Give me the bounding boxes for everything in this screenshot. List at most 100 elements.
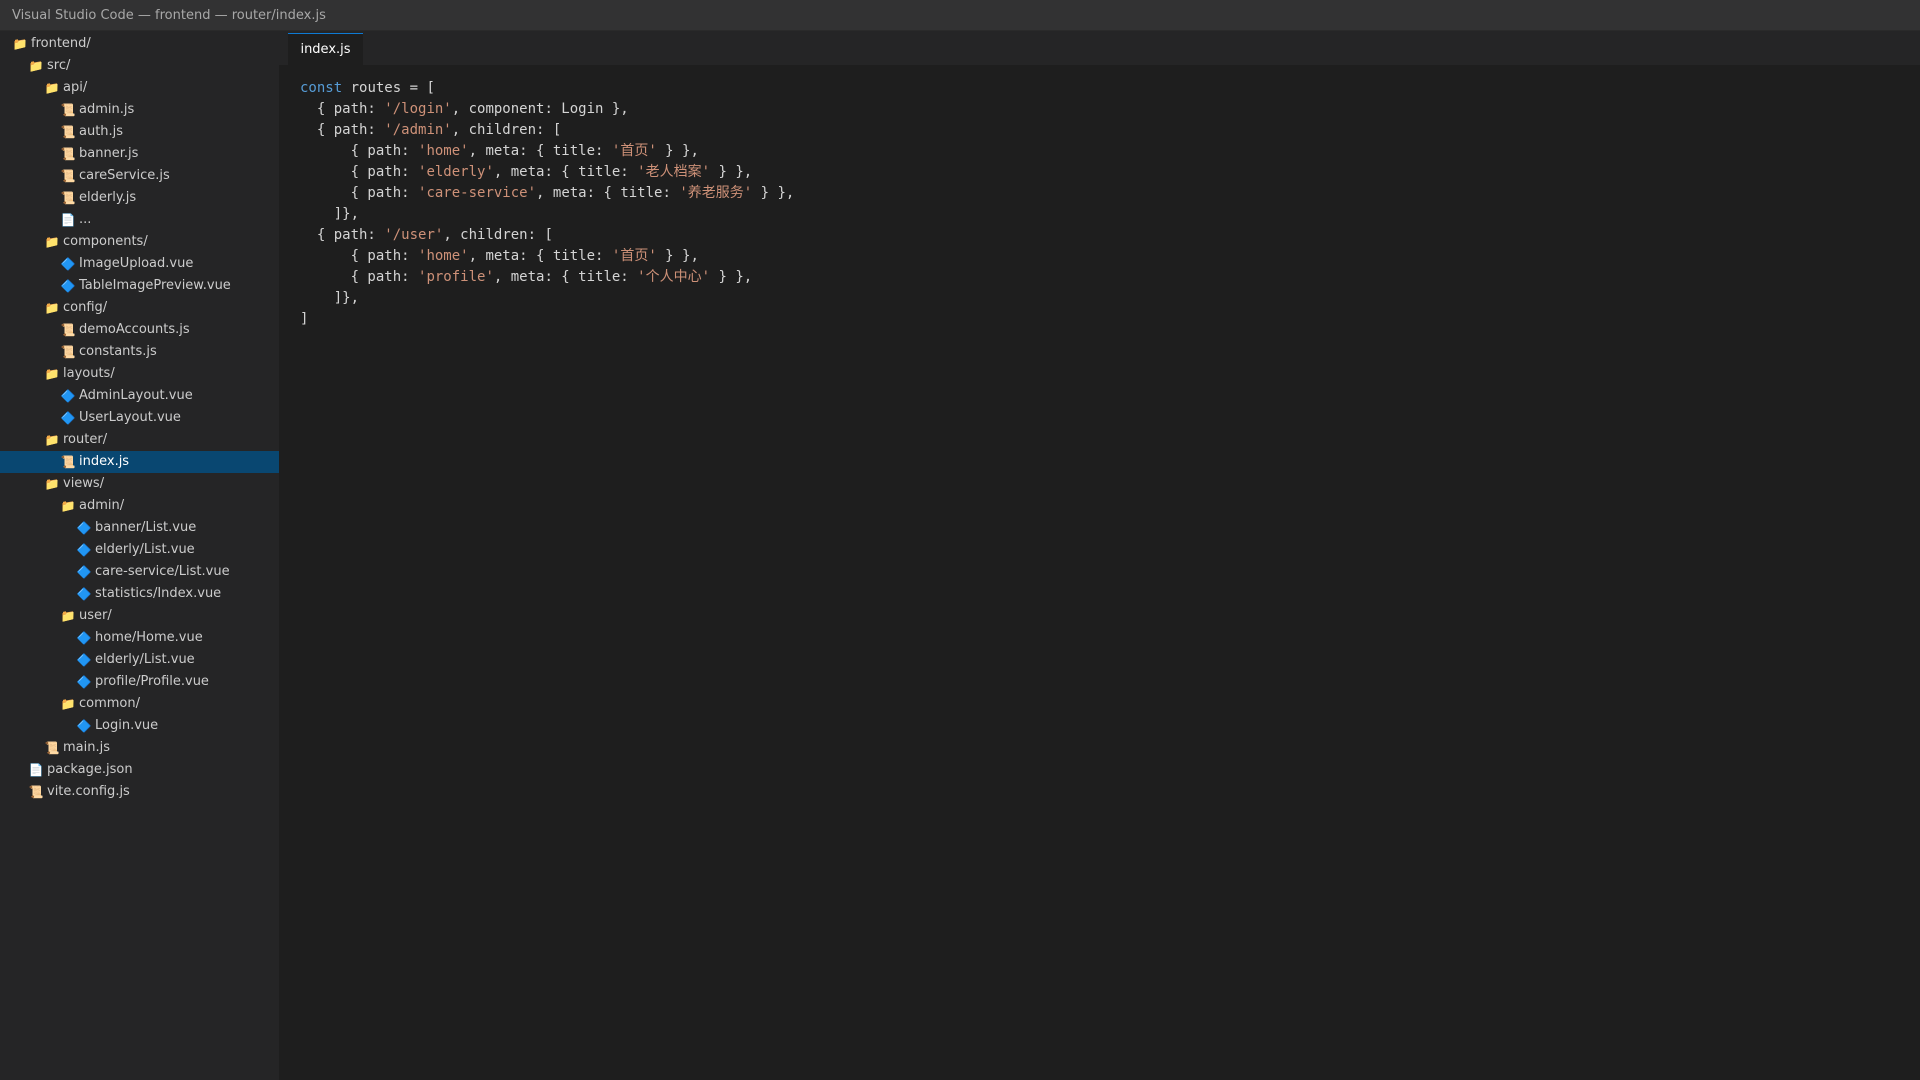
explorer-item-label: care-service/List.vue (95, 564, 230, 579)
code-line: { path: 'profile', meta: { title: '个人中心'… (300, 267, 794, 288)
explorer-item-label: demoAccounts.js (79, 322, 190, 337)
explorer-file[interactable]: 🔷 care-service/List.vue (0, 561, 279, 583)
explorer-file[interactable]: 🔷 elderly/List.vue (0, 539, 279, 561)
explorer-item-label: constants.js (79, 344, 157, 359)
explorer-file[interactable]: 🔷 Login.vue (0, 715, 279, 737)
explorer-folder[interactable]: 📁 config/ (0, 297, 279, 319)
code-text: , meta: { title: (493, 164, 638, 180)
explorer-file[interactable]: 📜 demoAccounts.js (0, 319, 279, 341)
explorer-file[interactable]: 📜 admin.js (0, 99, 279, 121)
vue-file-icon: 🔷 (76, 631, 92, 645)
explorer-item-label: UserLayout.vue (79, 410, 181, 425)
explorer-folder[interactable]: 📁 admin/ (0, 495, 279, 517)
explorer-item-label: package.json (47, 762, 133, 777)
code-text: { path: (300, 101, 385, 117)
explorer-file[interactable]: 📄 package.json (0, 759, 279, 781)
explorer-folder[interactable]: 📁 views/ (0, 473, 279, 495)
code-text: } }, (656, 143, 699, 159)
code-text: { path: (300, 164, 419, 180)
explorer-file[interactable]: 📜 careService.js (0, 165, 279, 187)
file-explorer: 📁 frontend/📁 src/📁 api/📜 admin.js 📜 auth.js 📜 ba… (0, 31, 279, 1080)
explorer-file[interactable]: 🔷 banner/List.vue (0, 517, 279, 539)
explorer-file[interactable]: 📄... (0, 209, 279, 231)
code-text: , meta: { title: (493, 269, 638, 285)
explorer-item-label: careService.js (79, 168, 170, 183)
explorer-file[interactable]: 🔷 TableImagePreview.vue (0, 275, 279, 297)
explorer-item-label: user/ (79, 608, 112, 623)
explorer-file[interactable]: 🔷 statistics/Index.vue (0, 583, 279, 605)
vue-file-icon: 🔷 (60, 389, 76, 403)
explorer-file[interactable]: 🔷 elderly/List.vue (0, 649, 279, 671)
explorer-folder[interactable]: 📁 layouts/ (0, 363, 279, 385)
js-file-icon: 📜 (60, 191, 76, 205)
explorer-item-label: AdminLayout.vue (79, 388, 193, 403)
explorer-item-label: elderly/List.vue (95, 652, 195, 667)
code-string: 'home' (418, 248, 469, 264)
explorer-file[interactable]: 📜 elderly.js (0, 187, 279, 209)
explorer-file[interactable]: 📜 vite.config.js (0, 781, 279, 803)
code-text: , meta: { title: (536, 185, 680, 201)
code-text: routes = [ (342, 80, 435, 96)
tab-bar: index.js (279, 31, 1920, 65)
explorer-item-label: banner.js (79, 146, 139, 161)
folder-icon: 📁 (44, 301, 60, 315)
explorer-file[interactable]: 📜 banner.js (0, 143, 279, 165)
explorer-item-label: home/Home.vue (95, 630, 203, 645)
file-icon: 📄 (60, 213, 76, 227)
explorer-folder[interactable]: 📁 router/ (0, 429, 279, 451)
js-file-icon: 📜 (60, 169, 76, 183)
code-text: { path: (300, 269, 419, 285)
code-text: , meta: { title: (468, 143, 612, 159)
code-line: { path: '/admin', children: [ (300, 120, 794, 141)
code-text: { path: (300, 248, 419, 264)
code-text: ] (300, 311, 309, 327)
code-string: '养老服务' (679, 185, 753, 201)
explorer-file[interactable]: 🔷 AdminLayout.vue (0, 385, 279, 407)
vue-file-icon: 🔷 (76, 719, 92, 733)
vue-file-icon: 🔷 (76, 521, 92, 535)
explorer-item-label: main.js (63, 740, 110, 755)
explorer-folder[interactable]: 📁 common/ (0, 693, 279, 715)
explorer-file[interactable]: 📜 auth.js (0, 121, 279, 143)
explorer-item-label: config/ (63, 300, 108, 315)
explorer-folder[interactable]: 📁 user/ (0, 605, 279, 627)
code-string: 'profile' (418, 269, 494, 285)
folder-icon: 📁 (60, 697, 76, 711)
explorer-folder[interactable]: 📁 frontend/ (0, 33, 279, 55)
explorer-file[interactable]: 📜 main.js (0, 737, 279, 759)
explorer-item-label: api/ (63, 80, 88, 95)
folder-icon: 📁 (12, 37, 28, 51)
code-string: '首页' (611, 143, 657, 159)
vue-file-icon: 🔷 (76, 587, 92, 601)
code-line: ]}, (300, 288, 794, 309)
explorer-item-label: src/ (47, 58, 71, 73)
explorer-folder[interactable]: 📁 api/ (0, 77, 279, 99)
explorer-folder[interactable]: 📁 src/ (0, 55, 279, 77)
explorer-file[interactable]: 🔷 home/Home.vue (0, 627, 279, 649)
explorer-folder[interactable]: 📁 components/ (0, 231, 279, 253)
explorer-file[interactable]: 🔷 ImageUpload.vue (0, 253, 279, 275)
explorer-item-label: banner/List.vue (95, 520, 197, 535)
explorer-file[interactable]: 📜 index.js (0, 451, 279, 473)
window-title: Visual Studio Code — frontend — router/i… (0, 0, 1920, 31)
explorer-item-label: statistics/Index.vue (95, 586, 222, 601)
code-string: '/user' (384, 227, 444, 243)
code-text: ]}, (300, 206, 360, 222)
vue-file-icon: 🔷 (60, 279, 76, 293)
code-text: , meta: { title: (468, 248, 612, 264)
explorer-item-label: vite.config.js (47, 784, 130, 799)
explorer-item-label: Login.vue (95, 718, 159, 733)
code-string: '个人中心' (637, 269, 711, 285)
explorer-file[interactable]: 🔷 UserLayout.vue (0, 407, 279, 429)
explorer-file[interactable]: 🔷 profile/Profile.vue (0, 671, 279, 693)
vue-file-icon: 🔷 (76, 675, 92, 689)
code-string: 'home' (418, 143, 469, 159)
code-editor[interactable]: const routes = [ { path: '/login', compo… (300, 78, 794, 330)
tab-index-js[interactable]: index.js (288, 33, 363, 65)
code-text: } }, (752, 185, 795, 201)
vue-file-icon: 🔷 (76, 565, 92, 579)
code-line: { path: '/login', component: Login }, (300, 99, 794, 120)
explorer-item-label: router/ (63, 432, 108, 447)
explorer-file[interactable]: 📜 constants.js (0, 341, 279, 363)
js-file-icon: 📜 (60, 147, 76, 161)
